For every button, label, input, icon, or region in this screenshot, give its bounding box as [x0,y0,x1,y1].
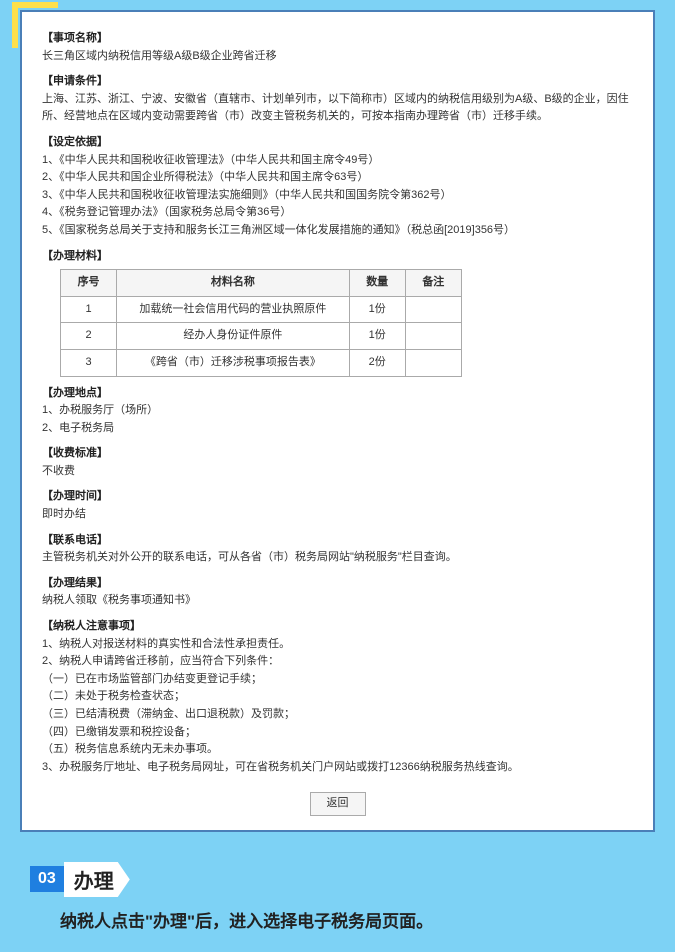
result-body: 纳税人领取《税务事项通知书》 [42,594,196,606]
basis-line: 1、《中华人民共和国税收征收管理法》（中华人民共和国主席令49号） [42,154,379,166]
notice-line: （五）税务信息系统内无未办事项。 [42,743,218,755]
cell-qty: 1份 [349,323,405,350]
notice-line: 1、纳税人对报送材料的真实性和合法性承担责任。 [42,638,290,650]
basis-line: 5、《国家税务总局关于支持和服务长江三角洲区域一体化发展措施的通知》（税总函[2… [42,224,515,236]
materials-label: 【办理材料】 [42,250,108,262]
phone-label: 【联系电话】 [42,534,108,546]
item-name-body: 长三角区域内纳税信用等级A级B级企业跨省迁移 [42,50,277,62]
cell-remark [405,349,461,376]
cell-qty: 2份 [349,349,405,376]
cell-remark [405,323,461,350]
th-name: 材料名称 [117,270,350,297]
notice-line: （二）未处于税务检查状态； [42,690,185,702]
th-qty: 数量 [349,270,405,297]
place-label: 【办理地点】 [42,387,108,399]
cell-no: 1 [61,296,117,323]
place-line: 1、办税服务厅（场所） [42,404,158,416]
table-row: 2 经办人身份证件原件 1份 [61,323,462,350]
cell-name: 经办人身份证件原件 [117,323,350,350]
item-name-label: 【事项名称】 [42,32,108,44]
step-title: 办理 [64,862,130,897]
notice-line: （三）已结清税费（滞纳金、出口退税款）及罚款； [42,708,295,720]
basis-line: 3、《中华人民共和国税收征收管理法实施细则》（中华人民共和国国务院令第362号） [42,189,451,201]
th-remark: 备注 [405,270,461,297]
notice-line: 3、办税服务厅地址、电子税务局网址，可在省税务机关门户网站或拨打12366纳税服… [42,761,519,773]
basis-label: 【设定依据】 [42,136,108,148]
place-line: 2、电子税务局 [42,422,114,434]
table-row: 3 《跨省（市）迁移涉税事项报告表》 2份 [61,349,462,376]
fee-label: 【收费标准】 [42,447,108,459]
notice-label: 【纳税人注意事项】 [42,620,141,632]
notice-line: （四）已缴销发票和税控设备； [42,726,196,738]
phone-body: 主管税务机关对外公开的联系电话，可从各省（市）税务局网站"纳税服务"栏目查询。 [42,551,457,563]
cell-name: 《跨省（市）迁移涉税事项报告表》 [117,349,350,376]
materials-table: 序号 材料名称 数量 备注 1 加载统一社会信用代码的营业执照原件 1份 2 经… [60,269,462,376]
cell-no: 2 [61,323,117,350]
th-no: 序号 [61,270,117,297]
basis-line: 2、《中华人民共和国企业所得税法》（中华人民共和国主席令63号） [42,171,368,183]
back-button[interactable]: 返回 [310,792,366,816]
step-number-badge: 03 [30,866,64,892]
info-card: 【事项名称】 长三角区域内纳税信用等级A级B级企业跨省迁移 【申请条件】 上海、… [20,10,655,832]
basis-line: 4、《税务登记管理办法》（国家税务总局令第36号） [42,206,291,218]
time-body: 即时办结 [42,508,86,520]
result-label: 【办理结果】 [42,577,108,589]
conditions-body: 上海、江苏、浙江、宁波、安徽省（直辖市、计划单列市，以下简称市）区域内的纳税信用… [42,93,629,123]
step-block: 03 办理 纳税人点击"办理"后，进入选择电子税务局页面。 [0,852,675,952]
notice-line: 2、纳税人申请跨省迁移前，应当符合下列条件： [42,655,279,667]
cell-remark [405,296,461,323]
cell-qty: 1份 [349,296,405,323]
table-row: 1 加载统一社会信用代码的营业执照原件 1份 [61,296,462,323]
time-label: 【办理时间】 [42,490,108,502]
fee-body: 不收费 [42,465,75,477]
step-description: 纳税人点击"办理"后，进入选择电子税务局页面。 [30,907,645,932]
cell-name: 加载统一社会信用代码的营业执照原件 [117,296,350,323]
notice-line: （一）已在市场监管部门办结变更登记手续； [42,673,262,685]
table-header-row: 序号 材料名称 数量 备注 [61,270,462,297]
conditions-label: 【申请条件】 [42,75,108,87]
cell-no: 3 [61,349,117,376]
